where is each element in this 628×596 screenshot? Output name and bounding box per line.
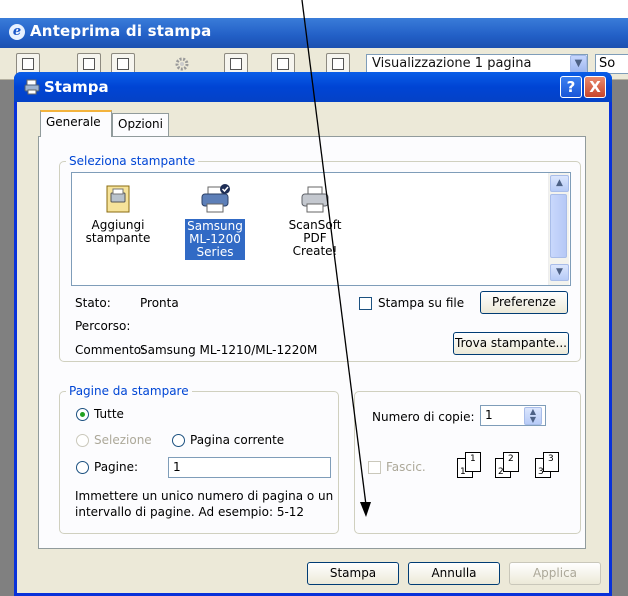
print-button[interactable]: Stampa <box>307 562 399 585</box>
view-mode-select[interactable]: Visualizzazione 1 pagina <box>366 54 588 74</box>
radio-pages-label[interactable]: Pagine: <box>94 460 138 474</box>
comment-value: Samsung ML-1210/ML-1220M <box>140 343 318 357</box>
radio-all-label[interactable]: Tutte <box>94 407 124 421</box>
printer-item-scansoft[interactable]: ScanSoft PDF Create! <box>276 183 354 258</box>
apply-button: Applica <box>509 562 601 585</box>
cancel-button[interactable]: Annulla <box>408 562 500 585</box>
print-to-file-label[interactable]: Stampa su file <box>378 296 464 310</box>
close-button[interactable]: X <box>584 76 606 98</box>
tab-generale[interactable]: Generale <box>40 110 112 137</box>
copies-stepper[interactable]: ▲ ▼ <box>524 407 542 425</box>
radio-pages[interactable] <box>76 461 89 474</box>
copies-label: Numero di copie: <box>372 410 475 424</box>
find-printer-button[interactable]: Trova stampante... <box>453 332 569 355</box>
partial-toolbar-button[interactable]: So <box>595 54 628 74</box>
page-range-hint-line2: intervallo di pagine. Ad esempio: 5-12 <box>75 505 305 519</box>
parent-window-title: Anteprima di stampa <box>30 22 212 40</box>
add-printer-icon <box>102 183 134 215</box>
printer-default-icon <box>199 183 231 215</box>
radio-current-page-label[interactable]: Pagina corrente <box>190 433 284 447</box>
radio-selection <box>76 434 89 447</box>
help-button[interactable]: ? <box>560 76 582 98</box>
preview-background-left <box>0 80 14 596</box>
dialog-title: Stampa <box>44 78 109 96</box>
scroll-down-icon[interactable]: ▼ <box>550 264 569 281</box>
scroll-up-icon[interactable]: ▲ <box>550 175 569 192</box>
printer-icon <box>299 183 331 215</box>
internet-explorer-icon: e <box>9 24 25 40</box>
preview-background-right <box>612 80 628 596</box>
printer-label: Samsung ML-1200 Series <box>185 219 245 260</box>
collate-checkbox <box>368 461 381 474</box>
printer-label: Aggiungi stampante <box>85 218 151 245</box>
preferences-button[interactable]: Preferenze <box>480 291 568 314</box>
status-value: Pronta <box>140 296 179 310</box>
printer-label: ScanSoft PDF Create! <box>288 218 342 258</box>
print-to-file-checkbox[interactable] <box>359 297 372 310</box>
pages-input[interactable]: 1 <box>168 457 331 478</box>
radio-current-page[interactable] <box>172 434 185 447</box>
collate-preview-icon: 1 1 2 2 3 3 <box>447 450 571 486</box>
page-range-hint-line1: Immettere un unico numero di pagina o un <box>75 489 334 503</box>
radio-all-pages[interactable] <box>76 408 89 421</box>
comment-label: Commento: <box>75 343 146 357</box>
printer-item-samsung[interactable]: Samsung ML-1200 Series <box>176 183 254 260</box>
status-label: Stato: <box>75 296 111 310</box>
printer-titlebar-icon <box>24 79 40 95</box>
printer-item-add[interactable]: Aggiungi stampante <box>79 183 157 245</box>
scrollbar-thumb[interactable] <box>550 194 567 258</box>
tab-opzioni[interactable]: Opzioni <box>112 113 169 136</box>
select-printer-legend: Seleziona stampante <box>66 154 199 168</box>
radio-selection-label: Selezione <box>94 433 152 447</box>
page-range-legend: Pagine da stampare <box>66 384 192 398</box>
collate-label: Fascic. <box>386 460 426 474</box>
path-label: Percorso: <box>75 319 131 333</box>
chevron-down-icon[interactable]: ▼ <box>570 55 587 73</box>
